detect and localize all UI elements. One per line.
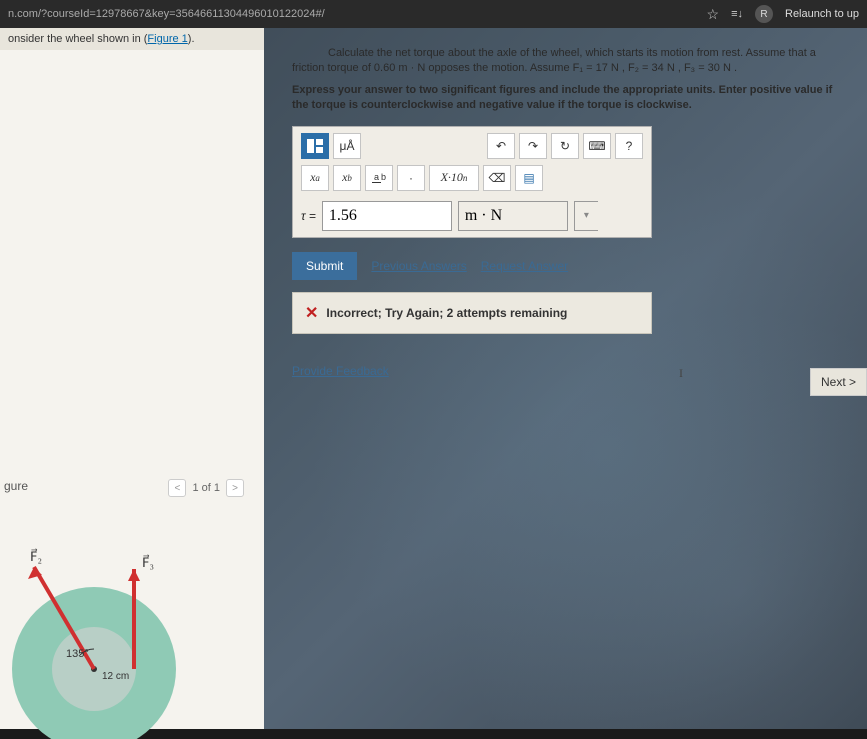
request-answer-link[interactable]: Request Answer — [481, 259, 568, 273]
templates-button[interactable] — [301, 133, 329, 159]
units-button[interactable]: μÅ — [333, 133, 361, 159]
left-panel: onsider the wheel shown in (Figure 1). g… — [0, 28, 264, 729]
wheel-figure: 135° 12 cm F⃗₂ F⃗₃ — [0, 529, 214, 739]
unit-input[interactable]: m · N — [458, 201, 568, 231]
figure-nav: < 1 of 1 > — [168, 479, 244, 497]
radius-label: 12 cm — [102, 671, 129, 682]
fig-next-button[interactable]: > — [226, 479, 244, 497]
submit-row: Submit Previous Answers Request Answer — [292, 252, 652, 280]
problem-intro: onsider the wheel shown in (Figure 1). — [0, 28, 264, 50]
text-cursor-icon: I — [679, 366, 683, 381]
submit-button[interactable]: Submit — [292, 252, 357, 280]
feedback-text: Incorrect; Try Again; 2 attempts remaini… — [326, 306, 567, 320]
figure-pane: gure < 1 of 1 > 135° 12 cm F⃗₂ F⃗₃ — [0, 469, 264, 729]
figure-link[interactable]: Figure 1 — [147, 33, 187, 45]
keypad-button[interactable]: ▤ — [515, 165, 543, 191]
fig-counter: 1 of 1 — [192, 482, 220, 494]
provide-feedback-link[interactable]: Provide Feedback — [292, 364, 389, 378]
fig-prev-button[interactable]: < — [168, 479, 186, 497]
relaunch-button[interactable]: Relaunch to up — [785, 8, 859, 20]
angle-label: 135° — [66, 648, 89, 660]
feedback-box: ✕ Incorrect; Try Again; 2 attempts remai… — [292, 292, 652, 334]
scientific-button[interactable]: X·10n — [429, 165, 479, 191]
fraction-button[interactable]: ab — [365, 165, 393, 191]
reset-button[interactable]: ↻ — [551, 133, 579, 159]
intro-post: ). — [188, 33, 195, 45]
input-row: τ = m · N ▾ — [301, 201, 643, 231]
url-text: n.com/?courseId=12978667&key=35646611304… — [8, 8, 325, 20]
dot-button[interactable]: · — [397, 165, 425, 191]
next-button[interactable]: Next > — [810, 368, 867, 396]
right-panel: Calculate the net torque about the axle … — [264, 28, 867, 729]
tau-label: τ = — [301, 209, 316, 223]
main-content: onsider the wheel shown in (Figure 1). g… — [0, 28, 867, 729]
reader-icon[interactable]: ≡↓ — [731, 8, 743, 20]
f2-label: F⃗₂ — [30, 549, 42, 564]
browser-bar: n.com/?courseId=12978667&key=35646611304… — [0, 0, 867, 28]
keyboard-button[interactable]: ⌨ — [583, 133, 611, 159]
value-input[interactable] — [322, 201, 452, 231]
undo-button[interactable]: ↶ — [487, 133, 515, 159]
figure-title: gure — [4, 479, 28, 493]
redo-button[interactable]: ↷ — [519, 133, 547, 159]
answer-box: μÅ ↶ ↷ ↻ ⌨ ? xa xb ab · X·10n ⌫ ▤ — [292, 126, 652, 334]
error-icon: ✕ — [305, 303, 318, 323]
backspace-button[interactable]: ⌫ — [483, 165, 511, 191]
math-toolbar: μÅ ↶ ↷ ↻ ⌨ ? xa xb ab · X·10n ⌫ ▤ — [292, 126, 652, 238]
unit-dropdown[interactable]: ▾ — [574, 201, 598, 231]
superscript-button[interactable]: xa — [301, 165, 329, 191]
f3-label: F⃗₃ — [142, 555, 154, 570]
profile-icon[interactable]: R — [755, 5, 773, 23]
intro-pre: onsider the wheel shown in ( — [8, 33, 147, 45]
subscript-button[interactable]: xb — [333, 165, 361, 191]
help-button[interactable]: ? — [615, 133, 643, 159]
bookmark-icon[interactable]: ☆ — [707, 6, 720, 23]
browser-actions: ☆ ≡↓ R Relaunch to up — [707, 5, 859, 23]
problem-paragraph-1: Calculate the net torque about the axle … — [292, 46, 847, 77]
previous-answers-link[interactable]: Previous Answers — [371, 259, 466, 273]
problem-paragraph-2: Express your answer to two significant f… — [292, 83, 847, 114]
